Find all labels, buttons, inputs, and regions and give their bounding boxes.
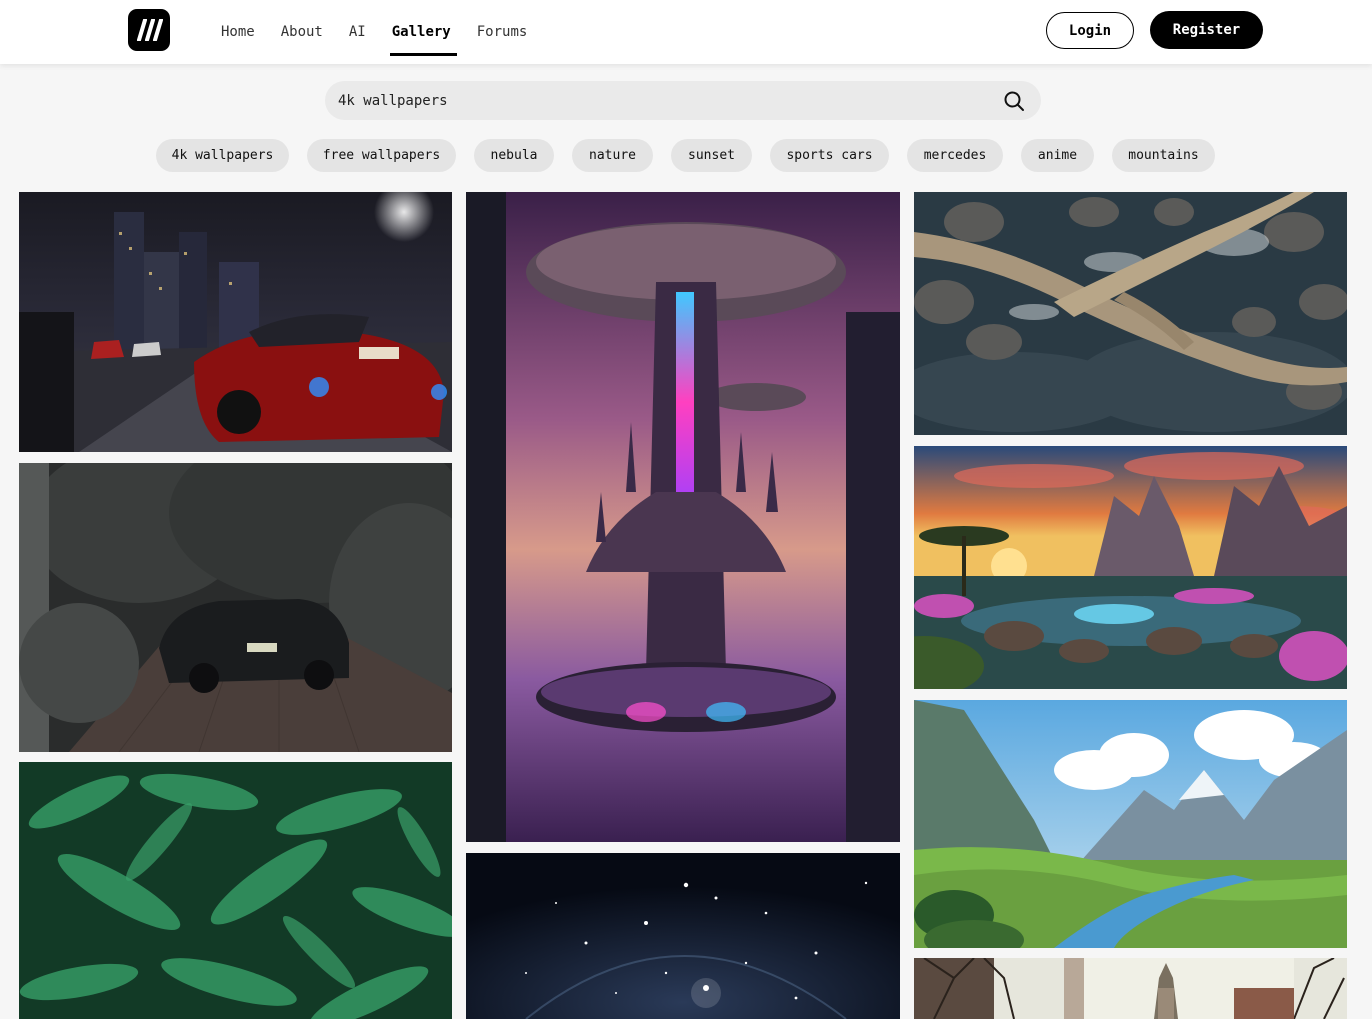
wallpaper-mountain-valley[interactable]	[914, 700, 1347, 948]
tag-chip[interactable]: anime	[1021, 139, 1094, 172]
nav-ai[interactable]: AI	[349, 16, 366, 48]
top-navbar: Home About AI Gallery Forums Login Regis…	[0, 0, 1372, 64]
tag-chip[interactable]: 4k wallpapers	[156, 139, 289, 172]
wallpaper-green-leaves[interactable]	[19, 762, 452, 1019]
search-bar	[325, 81, 1041, 120]
tag-chip-row: 4k wallpapers free wallpapers nebula nat…	[0, 139, 1372, 172]
tag-chip[interactable]: mountains	[1112, 139, 1215, 172]
tag-chip[interactable]: mercedes	[907, 139, 1003, 172]
nav-forums[interactable]: Forums	[477, 16, 528, 48]
register-button[interactable]: Register	[1150, 11, 1263, 49]
wallpaper-winter-tower[interactable]	[914, 958, 1347, 1019]
tag-chip[interactable]: nebula	[474, 139, 554, 172]
tag-chip[interactable]: sunset	[671, 139, 752, 172]
wallpaper-neon-city-car[interactable]	[19, 192, 452, 452]
search-input[interactable]	[338, 81, 978, 120]
brand-logo-icon[interactable]	[128, 9, 170, 51]
wallpaper-fantasy-sunset[interactable]	[914, 446, 1347, 689]
wallpaper-black-car-driveway[interactable]	[19, 463, 452, 752]
nav-gallery[interactable]: Gallery	[389, 16, 457, 56]
wallpaper-space-stars[interactable]	[466, 853, 900, 1019]
wallpaper-driftwood-river[interactable]	[914, 192, 1347, 435]
search-icon[interactable]	[1003, 90, 1025, 112]
login-button[interactable]: Login	[1046, 12, 1134, 49]
tag-chip[interactable]: sports cars	[770, 139, 889, 172]
wallpaper-futuristic-tower[interactable]	[466, 192, 900, 842]
nav-home[interactable]: Home	[221, 16, 255, 48]
tag-chip[interactable]: free wallpapers	[307, 139, 456, 172]
main-nav: Home About AI Gallery Forums	[221, 0, 553, 64]
nav-about[interactable]: About	[281, 16, 323, 48]
tag-chip[interactable]: nature	[572, 139, 653, 172]
